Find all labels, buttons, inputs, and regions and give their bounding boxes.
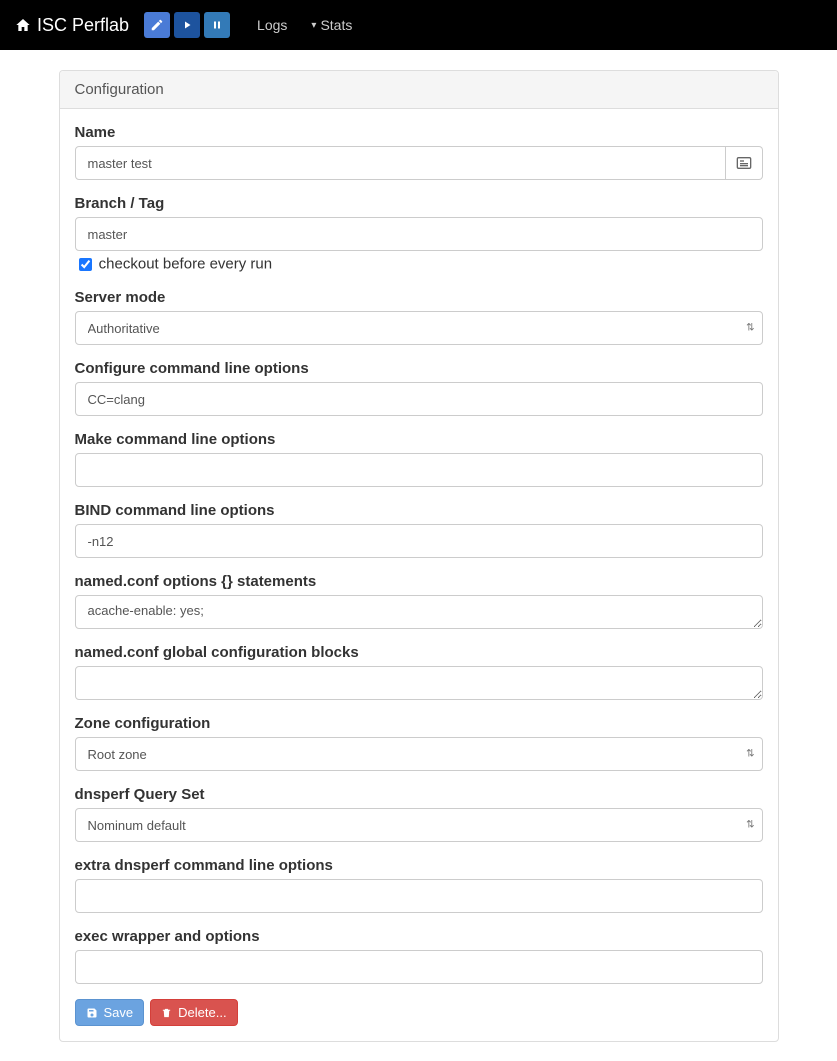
make-opts-input[interactable] [75, 453, 763, 487]
pause-icon [211, 19, 223, 31]
play-button[interactable] [174, 12, 200, 38]
checkout-label: checkout before every run [99, 255, 272, 272]
card-icon [736, 156, 752, 170]
name-addon[interactable] [726, 146, 763, 180]
exec-wrap-label: exec wrapper and options [75, 928, 763, 945]
zone-label: Zone configuration [75, 715, 763, 732]
exec-wrap-input[interactable] [75, 950, 763, 984]
server-mode-label: Server mode [75, 289, 763, 306]
home-icon [15, 17, 31, 33]
nav-logs[interactable]: Logs [245, 2, 299, 48]
edit-button[interactable] [144, 12, 170, 38]
named-options-textarea[interactable] [75, 595, 763, 629]
save-button-label: Save [104, 1005, 134, 1020]
queryset-select[interactable]: Nominum default [75, 808, 763, 842]
bind-opts-input[interactable] [75, 524, 763, 558]
named-global-label: named.conf global configuration blocks [75, 644, 763, 661]
pause-button[interactable] [204, 12, 230, 38]
delete-button[interactable]: Delete... [150, 999, 237, 1026]
checkout-checkbox[interactable] [79, 258, 92, 271]
nav-stats-dropdown[interactable]: ▾ Stats [299, 2, 364, 48]
trash-icon [161, 1007, 172, 1019]
branch-label: Branch / Tag [75, 195, 763, 212]
nav-stats-label: Stats [320, 17, 352, 33]
save-icon [86, 1007, 98, 1019]
nav-logs-label: Logs [257, 17, 287, 33]
configure-opts-label: Configure command line options [75, 360, 763, 377]
save-button[interactable]: Save [75, 999, 145, 1026]
dnsperf-extra-label: extra dnsperf command line options [75, 857, 763, 874]
server-mode-select[interactable]: Authoritative [75, 311, 763, 345]
config-panel: Configuration Name Branch / Tag [59, 70, 779, 1042]
navbar: ISC Perflab Logs ▾ Stats [0, 0, 837, 50]
branch-input[interactable] [75, 217, 763, 251]
named-global-textarea[interactable] [75, 666, 763, 700]
brand-link[interactable]: ISC Perflab [15, 15, 129, 36]
named-options-label: named.conf options {} statements [75, 573, 763, 590]
delete-button-label: Delete... [178, 1005, 226, 1020]
caret-down-icon: ▾ [311, 20, 316, 31]
name-input[interactable] [75, 146, 726, 180]
dnsperf-extra-input[interactable] [75, 879, 763, 913]
brand-text: ISC Perflab [37, 15, 129, 36]
pencil-icon [150, 18, 164, 32]
make-opts-label: Make command line options [75, 431, 763, 448]
bind-opts-label: BIND command line options [75, 502, 763, 519]
navbar-action-buttons [144, 12, 230, 38]
play-icon [181, 19, 193, 31]
configure-opts-input[interactable] [75, 382, 763, 416]
queryset-label: dnsperf Query Set [75, 786, 763, 803]
zone-select[interactable]: Root zone [75, 737, 763, 771]
name-label: Name [75, 124, 763, 141]
panel-title: Configuration [60, 71, 778, 109]
